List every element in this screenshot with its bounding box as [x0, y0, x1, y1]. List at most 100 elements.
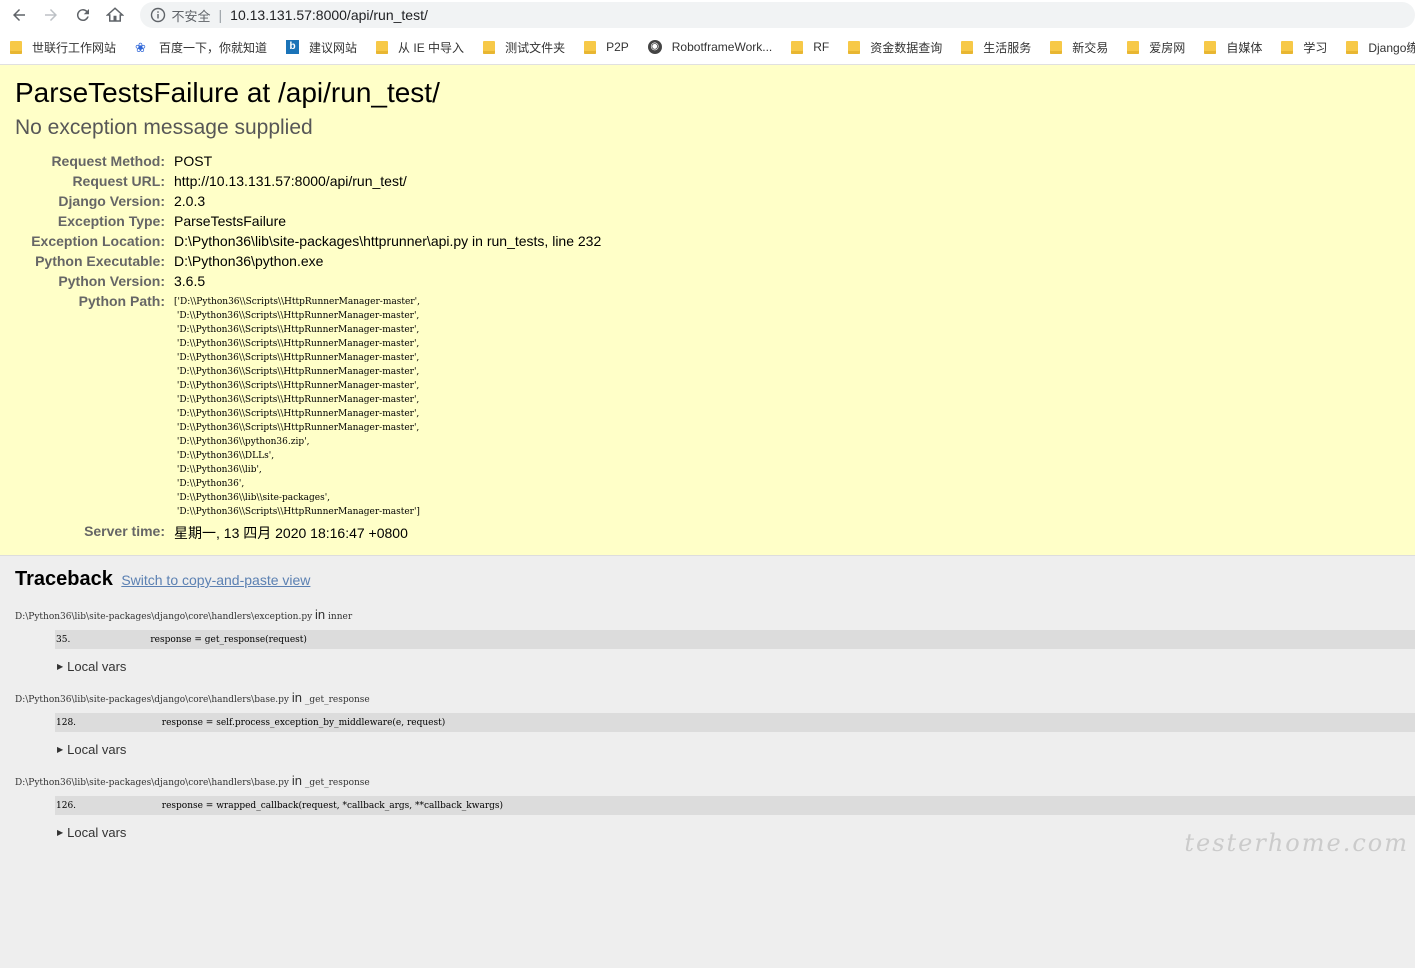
- frame-in: in: [292, 690, 302, 705]
- expand-triangle-icon: ▶: [57, 662, 63, 671]
- local-vars-label: Local vars: [67, 825, 126, 840]
- bookmark-item[interactable]: 从 IE 中导入: [376, 39, 464, 56]
- browser-toolbar: 不安全 | 10.13.131.57:8000/api/run_test/: [0, 0, 1415, 30]
- folder-icon: [584, 41, 596, 54]
- folder-icon: [791, 41, 803, 54]
- bookmark-item[interactable]: 自媒体: [1204, 39, 1262, 56]
- local-vars-label: Local vars: [67, 659, 126, 674]
- folder-icon: [1346, 41, 1358, 54]
- bookmark-label: 资金数据查询: [870, 39, 942, 56]
- bookmark-item[interactable]: Django练: [1346, 39, 1415, 56]
- meta-label: Exception Type:: [15, 211, 174, 231]
- watermark: testerhome.com: [1184, 829, 1409, 857]
- forward-button[interactable]: [38, 2, 64, 28]
- context-line[interactable]: 35. response = get_response(request): [55, 630, 1415, 649]
- bing-icon: b: [286, 40, 299, 54]
- bookmark-item[interactable]: P2P: [584, 40, 629, 54]
- bookmark-item[interactable]: b 建议网站: [286, 39, 357, 56]
- bookmark-label: 学习: [1303, 39, 1327, 56]
- meta-label: Exception Location:: [15, 231, 174, 251]
- bookmark-item[interactable]: ◉ RobotframeWork...: [648, 40, 772, 54]
- globe-icon: ◉: [648, 40, 662, 54]
- context-line[interactable]: 128. response = self.process_exception_b…: [55, 713, 1415, 732]
- bookmark-item[interactable]: 爱房网: [1127, 39, 1185, 56]
- bookmark-label: 新交易: [1072, 39, 1108, 56]
- meta-row-python-path: Python Path: ['D:\\Python36\\Scripts\\Ht…: [15, 291, 601, 521]
- frame-function: inner: [328, 612, 352, 622]
- code-text: response = get_response(request): [150, 635, 307, 645]
- local-vars-toggle[interactable]: ▶Local vars: [57, 742, 1415, 757]
- reload-icon: [74, 6, 92, 24]
- meta-value: ParseTestsFailure: [174, 211, 601, 231]
- meta-row: Python Executable:D:\Python36\python.exe: [15, 251, 601, 271]
- address-bar[interactable]: 不安全 | 10.13.131.57:8000/api/run_test/: [140, 2, 1415, 28]
- back-button[interactable]: [6, 2, 32, 28]
- traceback-title: Traceback: [15, 568, 113, 590]
- meta-value: D:\Python36\lib\site-packages\httprunner…: [174, 231, 601, 251]
- folder-icon: [848, 41, 860, 54]
- bookmark-item[interactable]: 生活服务: [961, 39, 1031, 56]
- meta-row: Exception Type:ParseTestsFailure: [15, 211, 601, 231]
- error-summary: ParseTestsFailure at /api/run_test/ No e…: [0, 65, 1415, 556]
- security-label: 不安全: [172, 6, 211, 25]
- bookmark-label: RF: [813, 40, 829, 54]
- meta-label: Python Path:: [15, 291, 174, 521]
- url-separator: |: [219, 7, 223, 23]
- code-text: response = wrapped_callback(request, *ca…: [162, 801, 503, 811]
- meta-value: POST: [174, 151, 601, 171]
- frame-location: D:\Python36\lib\site-packages\django\cor…: [15, 607, 1415, 622]
- bookmark-item[interactable]: 新交易: [1050, 39, 1108, 56]
- server-time-value: 星期一, 13 四月 2020 18:16:47 +0800: [174, 521, 601, 545]
- meta-row: Exception Location:D:\Python36\lib\site-…: [15, 231, 601, 251]
- local-vars-label: Local vars: [67, 742, 126, 757]
- meta-row: Django Version:2.0.3: [15, 191, 601, 211]
- bookmark-label: 世联行工作网站: [32, 39, 116, 56]
- bookmark-label: RobotframeWork...: [672, 40, 772, 54]
- meta-value: http://10.13.131.57:8000/api/run_test/: [174, 171, 601, 191]
- frame-function: _get_response: [305, 778, 370, 788]
- meta-row: Request Method:POST: [15, 151, 601, 171]
- code-indent: [116, 635, 150, 645]
- arrow-left-icon: [10, 6, 28, 24]
- info-icon[interactable]: [150, 7, 166, 23]
- home-button[interactable]: [102, 2, 128, 28]
- switch-view-link[interactable]: Switch to copy-and-paste view: [121, 572, 310, 588]
- home-icon: [106, 6, 124, 24]
- code-indent: [116, 718, 162, 728]
- code-text: response = self.process_exception_by_mid…: [162, 718, 445, 728]
- meta-label: Request URL:: [15, 171, 174, 191]
- bookmark-label: 百度一下，你就知道: [159, 39, 267, 56]
- url-text[interactable]: 10.13.131.57:8000/api/run_test/: [230, 7, 428, 23]
- bookmark-item[interactable]: 测试文件夹: [483, 39, 565, 56]
- error-title: ParseTestsFailure at /api/run_test/: [15, 77, 1400, 109]
- bookmark-label: 自媒体: [1226, 39, 1262, 56]
- bookmark-item[interactable]: 世联行工作网站: [10, 39, 116, 56]
- reload-button[interactable]: [70, 2, 96, 28]
- meta-label: Python Version:: [15, 271, 174, 291]
- folder-icon: [1204, 41, 1216, 54]
- line-number: 35.: [55, 635, 116, 645]
- frame-location: D:\Python36\lib\site-packages\django\cor…: [15, 690, 1415, 705]
- line-number: 126.: [55, 801, 116, 811]
- frame-in: in: [315, 607, 325, 622]
- frame-function: _get_response: [305, 695, 370, 705]
- frame-file: D:\Python36\lib\site-packages\django\cor…: [15, 778, 289, 788]
- context-line[interactable]: 126. response = wrapped_callback(request…: [55, 796, 1415, 815]
- local-vars-toggle[interactable]: ▶ Local vars: [57, 659, 1415, 674]
- bookmark-label: 建议网站: [309, 39, 357, 56]
- bookmark-label: 生活服务: [983, 39, 1031, 56]
- bookmark-item[interactable]: RF: [791, 40, 829, 54]
- folder-icon: [376, 41, 388, 54]
- meta-label: Python Executable:: [15, 251, 174, 271]
- exception-message: No exception message supplied: [15, 115, 1400, 141]
- code-indent: [116, 801, 162, 811]
- bookmark-label: 爱房网: [1149, 39, 1185, 56]
- bookmark-item[interactable]: 学习: [1281, 39, 1327, 56]
- bookmark-label: Django练: [1368, 39, 1415, 56]
- request-meta-table: Request Method:POSTRequest URL:http://10…: [15, 151, 601, 545]
- bookmark-label: 从 IE 中导入: [398, 39, 464, 56]
- bookmark-item[interactable]: ❀百度一下，你就知道: [135, 39, 267, 56]
- arrow-right-icon: [42, 6, 60, 24]
- bookmark-item[interactable]: 资金数据查询: [848, 39, 942, 56]
- bookmark-label: P2P: [606, 40, 629, 54]
